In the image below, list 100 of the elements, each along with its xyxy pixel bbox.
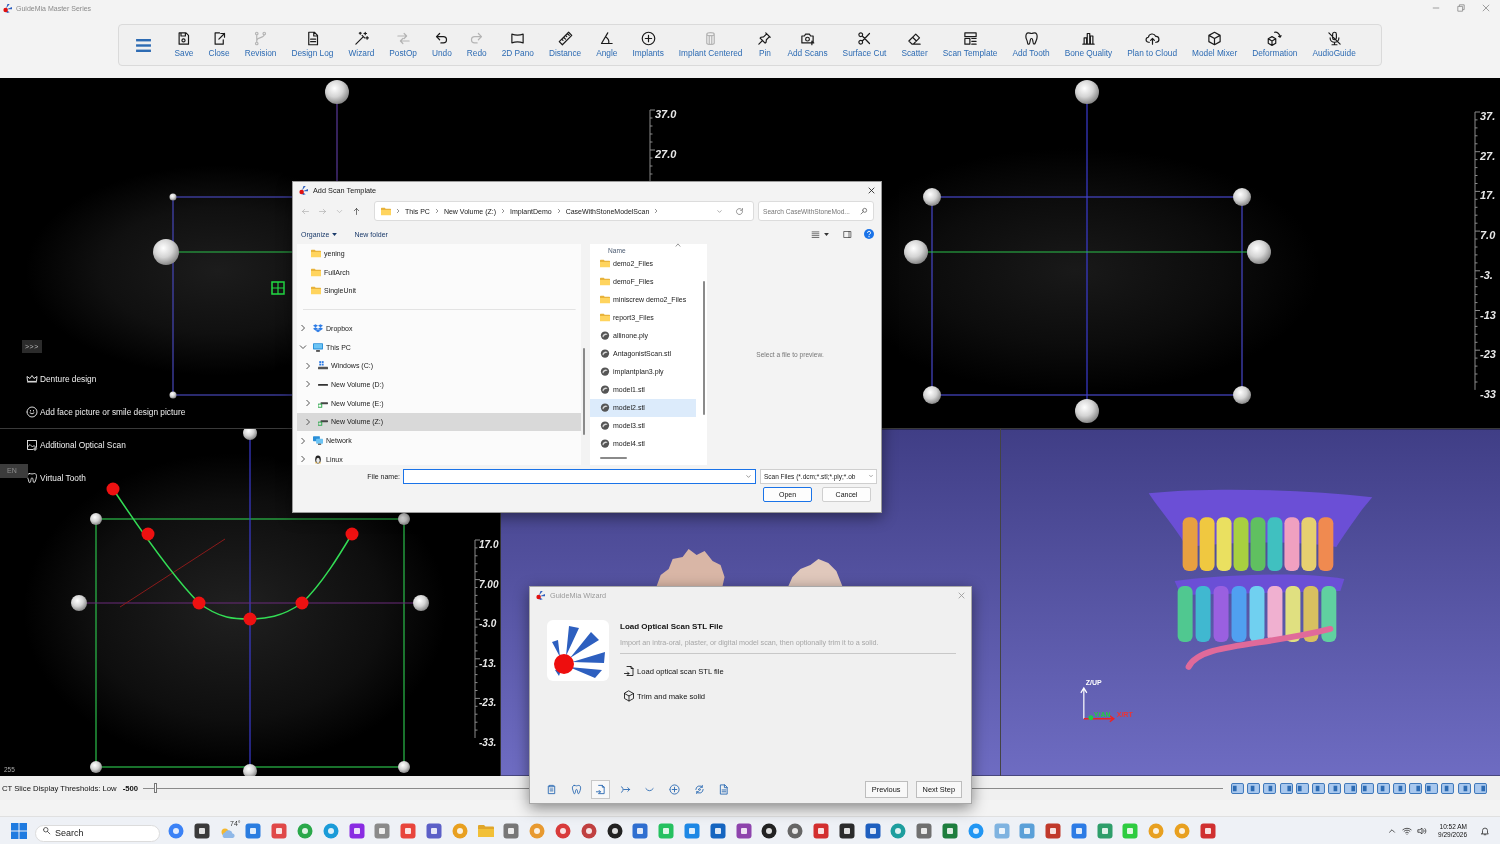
handle-knob[interactable] bbox=[413, 595, 429, 611]
view-layout-icon[interactable] bbox=[1295, 782, 1309, 794]
handle-knob[interactable] bbox=[1233, 386, 1251, 404]
view-layout-icon[interactable] bbox=[1425, 782, 1439, 794]
handle-knob[interactable] bbox=[1075, 80, 1099, 104]
control-point[interactable] bbox=[295, 596, 309, 610]
app-tile-icon[interactable] bbox=[271, 822, 288, 839]
toolbar-button[interactable]: Add Scans bbox=[779, 25, 836, 58]
app-tile-icon[interactable] bbox=[1045, 822, 1062, 839]
handle-knob[interactable] bbox=[904, 240, 928, 264]
toolbar-button[interactable]: Angle bbox=[588, 25, 625, 58]
toolbar-button[interactable]: Undo bbox=[424, 25, 460, 58]
menu-item[interactable]: Virtual Tooth bbox=[26, 471, 86, 485]
toolbar-button[interactable]: Distance bbox=[541, 25, 589, 58]
app-tile-icon[interactable] bbox=[1199, 822, 1216, 839]
slider-thumb[interactable] bbox=[153, 783, 157, 793]
view-layout-icon[interactable] bbox=[1441, 782, 1455, 794]
toolbar-button[interactable]: Add Tooth bbox=[1004, 25, 1058, 58]
handle-knob[interactable] bbox=[243, 429, 257, 440]
app-circle-icon[interactable] bbox=[761, 822, 778, 839]
app-tile-icon[interactable] bbox=[193, 822, 210, 839]
handle-knob[interactable] bbox=[1233, 188, 1251, 206]
menu-item[interactable]: Add face picture or smile design picture bbox=[26, 405, 186, 419]
handle-knob[interactable] bbox=[1247, 240, 1271, 264]
handle-knob[interactable] bbox=[325, 80, 349, 104]
control-point[interactable] bbox=[345, 527, 359, 541]
view-layout-icon[interactable] bbox=[1247, 782, 1261, 794]
app-tile-icon[interactable] bbox=[916, 822, 933, 839]
step-button[interactable] bbox=[591, 780, 611, 799]
app-tile-icon[interactable] bbox=[400, 822, 417, 839]
bell-icon[interactable] bbox=[1480, 825, 1490, 836]
view-layout-icon[interactable] bbox=[1360, 782, 1374, 794]
toolbar-button[interactable]: Close bbox=[200, 25, 238, 58]
app-tile-icon[interactable] bbox=[735, 822, 752, 839]
app-tile-icon[interactable] bbox=[503, 822, 520, 839]
handle-knob[interactable] bbox=[169, 391, 177, 399]
view-layout-icon[interactable] bbox=[1457, 782, 1471, 794]
app-tile-icon[interactable] bbox=[993, 822, 1010, 839]
chevron-down-icon[interactable] bbox=[299, 343, 307, 352]
handle-knob[interactable] bbox=[243, 764, 257, 776]
chevron-right-icon[interactable] bbox=[299, 436, 307, 445]
control-point[interactable] bbox=[141, 527, 155, 541]
handle-knob[interactable] bbox=[398, 761, 410, 773]
app-tile-icon[interactable] bbox=[838, 822, 855, 839]
toolbar-button[interactable]: Scatter bbox=[893, 25, 936, 58]
refresh-icon[interactable] bbox=[735, 206, 744, 216]
preview-pane-icon[interactable] bbox=[843, 229, 852, 239]
chevron-right-icon[interactable] bbox=[653, 208, 660, 214]
toolbar-button[interactable]: Model Mixer bbox=[1184, 25, 1245, 58]
toolbar-button[interactable]: Surface Cut bbox=[835, 25, 894, 58]
view-layout-icon[interactable] bbox=[1344, 782, 1358, 794]
app-tile-icon[interactable] bbox=[1019, 822, 1036, 839]
control-point[interactable] bbox=[243, 612, 257, 626]
view-layout-icon[interactable] bbox=[1473, 782, 1487, 794]
list-view-icon[interactable] bbox=[811, 229, 820, 239]
caret-icon[interactable] bbox=[824, 232, 829, 236]
toolbar-button[interactable]: Scan Template bbox=[935, 25, 1005, 58]
chevron-down-icon[interactable] bbox=[745, 472, 752, 480]
speaker-icon[interactable] bbox=[1417, 825, 1428, 836]
handle-knob[interactable] bbox=[90, 513, 102, 525]
app-tile-icon[interactable] bbox=[941, 822, 958, 839]
close-icon[interactable] bbox=[868, 186, 875, 194]
handle-knob[interactable] bbox=[923, 188, 941, 206]
crosshair-square-icon[interactable] bbox=[271, 281, 285, 295]
handle-knob[interactable] bbox=[71, 595, 87, 611]
help-icon[interactable] bbox=[864, 229, 874, 239]
app-tile-icon[interactable] bbox=[425, 822, 442, 839]
chevron-right-icon[interactable] bbox=[304, 380, 312, 389]
wifi-icon[interactable] bbox=[1402, 825, 1413, 836]
handle-knob[interactable] bbox=[398, 513, 410, 525]
chevron-right-icon[interactable] bbox=[304, 399, 312, 408]
toolbar-button[interactable]: AudioGuide bbox=[1304, 25, 1364, 58]
toolbar-button[interactable]: Pin bbox=[749, 25, 780, 58]
app-circle-icon[interactable] bbox=[606, 822, 623, 839]
handle-knob[interactable] bbox=[169, 193, 177, 201]
app-tile-icon[interactable] bbox=[632, 822, 649, 839]
scrollbar[interactable] bbox=[583, 348, 585, 435]
app-tile-icon[interactable] bbox=[1096, 822, 1113, 839]
start-button[interactable] bbox=[10, 821, 28, 840]
menu-item[interactable]: Denture design bbox=[26, 372, 97, 386]
view-layout-icon[interactable] bbox=[1392, 782, 1406, 794]
toolbar-button[interactable]: 2D Pano bbox=[494, 25, 542, 58]
view-layout-icon[interactable] bbox=[1376, 782, 1390, 794]
handle-knob[interactable] bbox=[923, 386, 941, 404]
app-tile-icon[interactable] bbox=[374, 822, 391, 839]
view-layout-icon[interactable] bbox=[1328, 782, 1342, 794]
app-tile-icon[interactable] bbox=[812, 822, 829, 839]
view-layout-icon[interactable] bbox=[1231, 782, 1245, 794]
search-field[interactable]: Search bbox=[35, 824, 160, 842]
toolbar-button[interactable]: Plan to Cloud bbox=[1119, 25, 1185, 58]
view-layout-icon[interactable] bbox=[1279, 782, 1293, 794]
toolbar-button[interactable]: Design Log bbox=[283, 25, 341, 58]
menu-item[interactable]: Additional Optical Scan bbox=[26, 438, 126, 452]
chevron-right-icon[interactable] bbox=[299, 324, 307, 333]
app-tile-icon[interactable] bbox=[348, 822, 365, 839]
app-tile-icon[interactable] bbox=[683, 822, 700, 839]
restore-icon[interactable] bbox=[1457, 4, 1465, 12]
scrollbar[interactable] bbox=[703, 281, 705, 415]
app-tile-icon[interactable] bbox=[1070, 822, 1087, 839]
toolbar-button[interactable]: Deformation bbox=[1244, 25, 1305, 58]
